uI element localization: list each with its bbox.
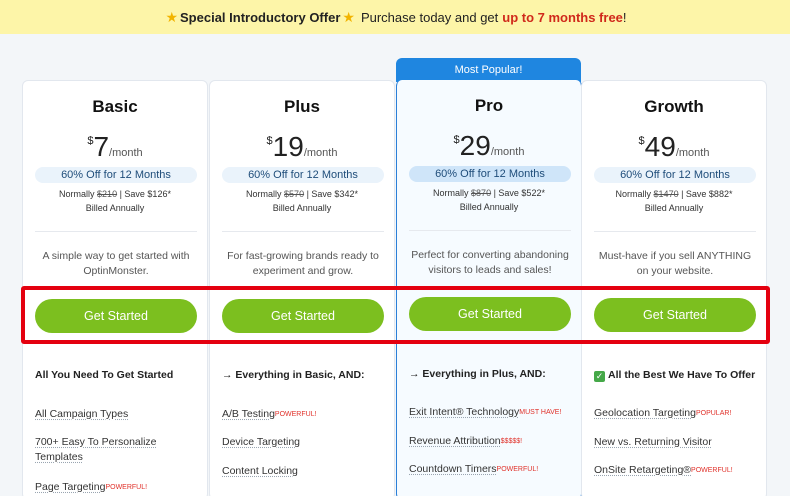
- price-currency: $: [638, 135, 645, 147]
- feature-item[interactable]: Content Locking: [222, 464, 392, 479]
- original-price: $210: [97, 189, 118, 199]
- promo-banner-highlight: up to 7 months free: [502, 9, 623, 25]
- plan-price: $49/month: [582, 131, 766, 163]
- features-heading: → Everything in Basic, AND:: [222, 369, 365, 381]
- feature-item[interactable]: New vs. Returning Visitor: [594, 435, 764, 450]
- feature-badge: POWERFUL!: [105, 484, 148, 491]
- price-amount: 19: [272, 131, 304, 162]
- feature-item[interactable]: Geolocation TargetingPOPULAR!: [594, 406, 764, 421]
- plan-card-plus: Plus $19/month 60% Off for 12 Months Nor…: [209, 80, 395, 496]
- feature-badge: POWERFUL!: [274, 411, 317, 418]
- feature-badge: POWERFUL!: [496, 466, 539, 473]
- billing-note: Billed Annually: [644, 203, 704, 213]
- plan-card-growth: Growth $49/month 60% Off for 12 Months N…: [581, 80, 767, 496]
- feature-item[interactable]: All Campaign Types: [35, 407, 205, 422]
- feature-badge: MUST HAVE!: [519, 409, 562, 416]
- plan-name: Plus: [284, 97, 320, 116]
- plan-description: A simple way to get started with OptinMo…: [42, 250, 190, 277]
- get-started-button-basic[interactable]: Get Started: [35, 299, 197, 333]
- plan-description: For fast-growing brands ready to experim…: [227, 250, 379, 277]
- normal-price: Normally $570 | Save $342*: [246, 189, 358, 199]
- plan-price: $7/month: [23, 131, 207, 163]
- normal-price: Normally $1470 | Save $882*: [615, 189, 733, 199]
- divider: [594, 231, 756, 232]
- features-heading: → Everything in Plus, AND:: [409, 368, 546, 380]
- get-started-button-plus[interactable]: Get Started: [222, 299, 384, 333]
- plan-card-pro: Pro $29/month 60% Off for 12 Months Norm…: [396, 80, 582, 496]
- feature-item[interactable]: Revenue Attribution$$$$$!: [409, 434, 579, 449]
- star-icon: ★: [342, 8, 355, 25]
- discount-pill: 60% Off for 12 Months: [594, 167, 756, 183]
- plan-card-basic: Basic $7/month 60% Off for 12 Months Nor…: [22, 80, 208, 496]
- price-amount: 29: [459, 130, 491, 161]
- price-currency: $: [266, 135, 273, 147]
- feature-badge: POWERFUL!: [691, 467, 733, 474]
- feature-badge: POPULAR!: [695, 410, 732, 417]
- get-started-button-pro[interactable]: Get Started: [409, 297, 571, 331]
- original-price: $570: [284, 189, 305, 199]
- price-currency: $: [87, 135, 94, 147]
- billing-note: Billed Annually: [85, 203, 145, 213]
- price-amount: 7: [93, 131, 110, 162]
- features-heading: All You Need To Get Started: [35, 369, 174, 381]
- divider: [222, 231, 384, 232]
- price-period: /month: [109, 147, 143, 159]
- plan-name: Pro: [474, 96, 504, 115]
- discount-pill: 60% Off for 12 Months: [35, 167, 197, 183]
- discount-pill: 60% Off for 12 Months: [222, 167, 384, 183]
- original-price: $870: [471, 188, 492, 198]
- price-period: /month: [490, 146, 525, 158]
- normal-price: Normally $870 | Save $522*: [433, 188, 545, 198]
- feature-item[interactable]: 700+ Easy To Personalize Templates: [35, 435, 205, 465]
- plan-name: Basic: [92, 97, 138, 116]
- most-popular-badge: Most Popular!: [396, 58, 581, 82]
- price-period: /month: [675, 147, 710, 159]
- promo-banner: ★ Special Introductory Offer ★ Purchase …: [0, 0, 790, 34]
- promo-banner-suffix: !: [622, 9, 627, 25]
- discount-pill: 60% Off for 12 Months: [409, 166, 571, 182]
- feature-item[interactable]: Page TargetingPOWERFUL!: [35, 480, 205, 495]
- original-price: $1470: [653, 189, 679, 199]
- price-currency: $: [453, 134, 460, 146]
- billing-note: Billed Annually: [272, 203, 332, 213]
- plan-description: Must-have if you sell ANYTHING on your w…: [598, 250, 752, 277]
- normal-price: Normally $210 | Save $126*: [59, 189, 171, 199]
- price-amount: 49: [644, 131, 676, 162]
- divider: [409, 230, 571, 231]
- plan-price: $29/month: [397, 130, 581, 162]
- feature-item[interactable]: OnSite Retargeting®POWERFUL!: [594, 463, 764, 478]
- feature-item[interactable]: Exit Intent® TechnologyMUST HAVE!: [409, 405, 579, 420]
- plan-description: Perfect for converting abandoning visito…: [411, 249, 569, 276]
- price-period: /month: [303, 147, 338, 159]
- plan-name: Growth: [644, 97, 704, 116]
- star-icon: ★: [165, 8, 179, 25]
- promo-banner-prefix: Special Introductory Offer: [180, 9, 341, 25]
- feature-badge: $$$$$!: [500, 438, 523, 445]
- checkmark-icon: ✓: [594, 371, 605, 382]
- billing-note: Billed Annually: [459, 202, 519, 212]
- feature-item[interactable]: Device Targeting: [222, 435, 392, 450]
- feature-item[interactable]: Countdown TimersPOWERFUL!: [409, 462, 579, 477]
- promo-banner-middle: Purchase today and get: [360, 9, 499, 25]
- feature-item[interactable]: A/B TestingPOWERFUL!: [222, 407, 392, 422]
- get-started-button-growth[interactable]: Get Started: [594, 298, 756, 332]
- features-heading: ✓ All the Best We Have To Offer: [594, 369, 756, 382]
- plan-price: $19/month: [210, 131, 394, 163]
- divider: [35, 231, 197, 232]
